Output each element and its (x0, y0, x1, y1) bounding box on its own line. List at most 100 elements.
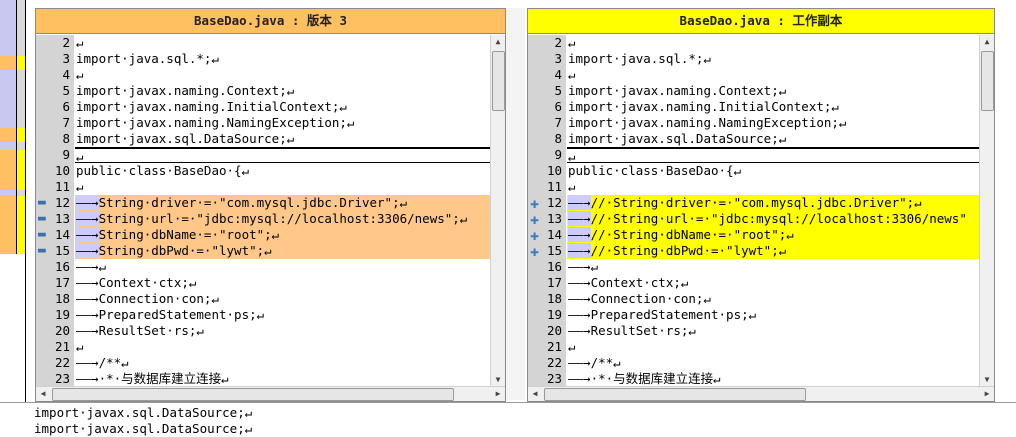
code-line[interactable]: 8 import·javax.sql.DataSource;↵ (528, 131, 994, 147)
scroll-left-icon[interactable]: ◀ (528, 387, 542, 401)
code-line[interactable]: ✚ 14 ——→//·String·dbName·=·"root";↵ (528, 227, 994, 243)
code-line[interactable]: 4 ↵ (528, 67, 994, 83)
line-number: 16 (54, 259, 70, 274)
code-line[interactable]: 23 ——→·*·与数据库建立连接↵ (528, 371, 994, 387)
line-number: 20 (546, 323, 562, 338)
line-content: public·class·BaseDao·{↵ (76, 163, 250, 178)
left-code-view[interactable]: 2 ↵ 3 import·java.sql.*;↵ 4 ↵ 5 import·javax.na… (36, 35, 505, 387)
plus-icon[interactable]: ✚ (530, 227, 539, 243)
right-vertical-scrollbar[interactable]: ▲ ▼ (979, 35, 994, 387)
code-line[interactable]: 10 public·class·BaseDao·{↵ (528, 163, 994, 179)
line-text: import·javax.naming.NamingException;↵ (75, 115, 505, 131)
code-line[interactable]: 19 ——→PreparedStatement·ps;↵ (528, 307, 994, 323)
code-line[interactable]: 6 import·javax.naming.InitialContext;↵ (528, 99, 994, 115)
tab-indent: ——→ (76, 195, 99, 210)
code-line[interactable]: 23 ——→·*·与数据库建立连接↵ (36, 371, 505, 387)
code-line[interactable]: 17 ——→Context·ctx;↵ (36, 275, 505, 291)
code-line[interactable]: 19 ——→PreparedStatement·ps;↵ (36, 307, 505, 323)
scroll-right-icon[interactable]: ▶ (491, 387, 505, 401)
code-line[interactable]: ✚ 12 ——→//·String·driver·=·"com.mysql.jdbc… (528, 195, 994, 211)
code-line[interactable]: 11 ↵ (528, 179, 994, 195)
line-number: 19 (546, 307, 562, 322)
scroll-up-icon[interactable]: ▲ (491, 35, 505, 49)
code-line[interactable]: 11 ↵ (36, 179, 505, 195)
left-horizontal-scrollbar[interactable]: ◀ ▶ (36, 386, 505, 401)
line-gutter: 4 (36, 67, 74, 83)
code-line[interactable]: 6 import·javax.naming.InitialContext;↵ (36, 99, 505, 115)
minus-icon[interactable]: ▬ (38, 227, 46, 243)
scroll-left-icon[interactable]: ◀ (36, 387, 50, 401)
code-line[interactable]: 5 import·javax.naming.Context;↵ (528, 83, 994, 99)
code-line[interactable]: 16 ——→↵ (36, 259, 505, 275)
minus-icon[interactable]: ▬ (38, 195, 46, 211)
line-content: ↵ (76, 67, 84, 82)
left-vertical-scrollbar[interactable]: ▲ ▼ (490, 35, 505, 387)
code-line[interactable]: 3 import·java.sql.*;↵ (528, 51, 994, 67)
scroll-down-icon[interactable]: ▼ (491, 373, 505, 387)
code-line[interactable]: 17 ——→Context·ctx;↵ (528, 275, 994, 291)
code-line[interactable]: 22 ——→/**↵ (36, 355, 505, 371)
code-line[interactable]: 10 public·class·BaseDao·{↵ (36, 163, 505, 179)
line-text: ——→//·String·driver·=·"com.mysql.jdbc.Dr… (567, 195, 994, 211)
line-text: ——→Connection·con;↵ (567, 291, 994, 307)
minus-icon[interactable]: ▬ (38, 243, 46, 259)
line-text: ——→String·dbName·=·"root";↵ (75, 227, 505, 243)
code-line[interactable]: 2 ↵ (36, 35, 505, 51)
line-content: //·String·dbName·=·"root";↵ (590, 227, 794, 242)
line-gutter: 5 (36, 83, 74, 99)
code-line[interactable]: 7 import·javax.naming.NamingException;↵ (36, 115, 505, 131)
code-line[interactable]: 22 ——→/**↵ (528, 355, 994, 371)
line-text: ——→String·url·=·"jdbc:mysql://localhost:… (75, 211, 505, 227)
line-detail-panel[interactable]: import·javax.sql.DataSource;↵ import·jav… (0, 402, 1016, 436)
left-file-pane[interactable]: BaseDao.java : 版本 3 2 ↵ 3 import·java.sql.*… (35, 8, 506, 402)
code-line[interactable]: 21 ↵ (36, 339, 505, 355)
line-number: 21 (54, 339, 70, 354)
code-line[interactable]: ✚ 15 ——→//·String·dbPwd·=·"lywt";↵ (528, 243, 994, 259)
code-line[interactable]: 7 import·javax.naming.NamingException;↵ (528, 115, 994, 131)
line-gutter: 18 (36, 291, 74, 307)
scroll-right-icon[interactable]: ▶ (980, 387, 994, 401)
code-line[interactable]: 9 ↵ (36, 147, 505, 164)
right-horizontal-scrollbar[interactable]: ◀ ▶ (528, 386, 994, 401)
code-line[interactable]: 20 ——→ResultSet·rs;↵ (528, 323, 994, 339)
code-line[interactable]: 16 ——→↵ (528, 259, 994, 275)
pane-splitter[interactable] (506, 8, 525, 400)
scroll-thumb[interactable] (544, 388, 806, 401)
diff-overview-bar[interactable] (0, 0, 34, 406)
scroll-thumb[interactable] (981, 51, 994, 111)
code-line[interactable]: 18 ——→Connection·con;↵ (36, 291, 505, 307)
code-line[interactable]: 21 ↵ (528, 339, 994, 355)
right-code-view[interactable]: 2 ↵ 3 import·java.sql.*;↵ 4 ↵ 5 import·javax.na… (528, 35, 994, 387)
code-line[interactable]: ✚ 13 ——→//·String·url·=·"jdbc:mysql://loca… (528, 211, 994, 227)
code-line[interactable]: ▬ 14 ——→String·dbName·=·"root";↵ (36, 227, 505, 243)
plus-icon[interactable]: ✚ (530, 243, 539, 259)
code-line[interactable]: ▬ 15 ——→String·dbPwd·=·"lywt";↵ (36, 243, 505, 259)
line-number: 14 (546, 227, 562, 242)
code-line[interactable]: 9 ↵ (528, 147, 994, 164)
code-line[interactable]: 5 import·javax.naming.Context;↵ (36, 83, 505, 99)
plus-icon[interactable]: ✚ (530, 211, 539, 227)
scroll-thumb[interactable] (492, 51, 505, 111)
line-text: ——→String·dbPwd·=·"lywt";↵ (75, 243, 505, 259)
scroll-up-icon[interactable]: ▲ (980, 35, 994, 49)
code-line[interactable]: ▬ 13 ——→String·url·=·"jdbc:mysql://localho… (36, 211, 505, 227)
line-text: import·javax.naming.Context;↵ (75, 83, 505, 99)
minus-icon[interactable]: ▬ (38, 211, 46, 227)
code-line[interactable]: 2 ↵ (528, 35, 994, 51)
line-text: ——→//·String·url·=·"jdbc:mysql://localho… (567, 211, 994, 227)
code-line[interactable]: ▬ 12 ——→String·driver·=·"com.mysql.jdbc.Dr… (36, 195, 505, 211)
code-line[interactable]: 20 ——→ResultSet·rs;↵ (36, 323, 505, 339)
overview-change-mark (0, 56, 16, 70)
code-line[interactable]: 4 ↵ (36, 67, 505, 83)
code-line[interactable]: 8 import·javax.sql.DataSource;↵ (36, 131, 505, 147)
scroll-thumb[interactable] (52, 388, 454, 401)
line-number: 20 (54, 323, 70, 338)
tab-indent: ——→ (568, 195, 591, 210)
line-gutter: 20 (36, 323, 74, 339)
code-line[interactable]: 3 import·java.sql.*;↵ (36, 51, 505, 67)
code-line[interactable]: 18 ——→Connection·con;↵ (528, 291, 994, 307)
right-file-pane[interactable]: BaseDao.java : 工作副本 2 ↵ 3 import·java.sql.*… (527, 8, 995, 402)
line-gutter: ✚ 14 (528, 227, 566, 243)
scroll-down-icon[interactable]: ▼ (980, 373, 994, 387)
plus-icon[interactable]: ✚ (530, 195, 539, 211)
